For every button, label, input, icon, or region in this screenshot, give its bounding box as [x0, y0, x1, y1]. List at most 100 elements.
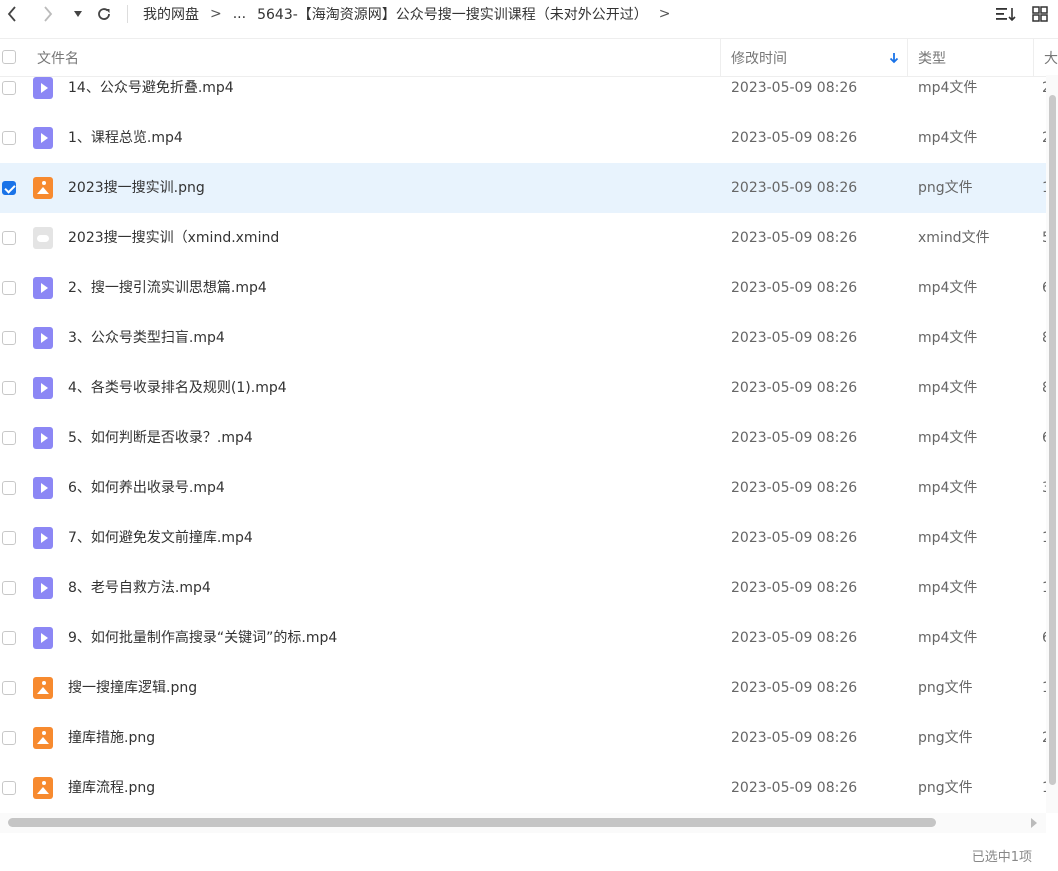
- history-dropdown-icon[interactable]: [72, 3, 84, 25]
- row-checkbox[interactable]: [2, 431, 16, 445]
- file-row[interactable]: 1、课程总览.mp42023-05-09 08:26mp4文件2: [0, 113, 1046, 163]
- file-row[interactable]: 2023搜一搜实训.png2023-05-09 08:26png文件1: [0, 163, 1046, 213]
- column-header-size[interactable]: 大: [1044, 39, 1058, 76]
- row-checkbox[interactable]: [2, 281, 16, 295]
- file-name[interactable]: 9、如何批量制作高搜录“关键词”的标.mp4: [68, 613, 337, 663]
- file-name[interactable]: 撞库措施.png: [68, 713, 155, 763]
- row-checkbox[interactable]: [2, 731, 16, 745]
- file-row[interactable]: 2023搜一搜实训（xmind.xmind 2023-05-09 08:26 xmi…: [0, 213, 1046, 263]
- file-name[interactable]: 2023搜一搜实训.png: [68, 163, 205, 213]
- file-row[interactable]: 8、老号自救方法.mp42023-05-09 08:26mp4文件1: [0, 563, 1046, 613]
- file-type: mp4文件: [918, 530, 978, 546]
- breadcrumb-separator[interactable]: >: [659, 6, 671, 22]
- png-file-icon: [33, 777, 53, 799]
- row-checkbox[interactable]: [2, 531, 16, 545]
- file-name[interactable]: 2、搜一搜引流实训思想篇.mp4: [68, 263, 267, 313]
- file-type: png文件: [918, 180, 973, 196]
- row-checkbox[interactable]: [2, 481, 16, 495]
- file-modified-date: 2023-05-09 08:26: [731, 230, 858, 246]
- file-type: xmind文件: [918, 230, 990, 246]
- back-icon[interactable]: [4, 3, 20, 25]
- file-type: mp4文件: [918, 430, 978, 446]
- file-row[interactable]: 撞库流程.png2023-05-09 08:26png文件1: [0, 763, 1046, 813]
- vertical-scrollbar-thumb[interactable]: [1049, 95, 1056, 785]
- file-modified-date: 2023-05-09 08:26: [731, 330, 858, 346]
- mp4-file-icon: [33, 127, 53, 149]
- grid-view-icon[interactable]: [1030, 3, 1050, 25]
- mp4-file-icon: [33, 277, 53, 299]
- file-type: png文件: [918, 730, 973, 746]
- file-modified-date: 2023-05-09 08:26: [731, 580, 858, 596]
- file-type: mp4文件: [918, 380, 978, 396]
- file-modified-date: 2023-05-09 08:26: [731, 430, 858, 446]
- mp4-file-icon: [33, 77, 53, 99]
- select-all-checkbox[interactable]: [2, 50, 16, 64]
- file-row[interactable]: 5、如何判断是否收录？.mp42023-05-09 08:26mp4文件6: [0, 413, 1046, 463]
- refresh-icon[interactable]: [94, 3, 114, 25]
- row-checkbox[interactable]: [2, 631, 16, 645]
- vertical-scrollbar[interactable]: [1046, 75, 1058, 813]
- file-row[interactable]: 搜一搜撞库逻辑.png2023-05-09 08:26png文件1: [0, 663, 1046, 713]
- file-modified-date: 2023-05-09 08:26: [731, 280, 858, 296]
- file-name[interactable]: 14、公众号避免折叠.mp4: [68, 63, 234, 113]
- sort-list-icon[interactable]: [995, 3, 1017, 25]
- file-type: png文件: [918, 780, 973, 796]
- file-row[interactable]: 14、公众号避免折叠.mp42023-05-09 08:26mp4文件2: [0, 63, 1046, 113]
- breadcrumb: 我的网盘 > ... 5643-【海淘资源网】公众号搜一搜实训课程（未对外公开过…: [143, 3, 682, 25]
- mp4-file-icon: [33, 327, 53, 349]
- row-checkbox[interactable]: [2, 581, 16, 595]
- file-row[interactable]: 7、如何避免发文前撞库.mp42023-05-09 08:26mp4文件1: [0, 513, 1046, 563]
- horizontal-scrollbar[interactable]: [0, 813, 1046, 833]
- row-checkbox[interactable]: [2, 131, 16, 145]
- file-row[interactable]: 4、各类号收录排名及规则(1).mp4 2023-05-09 08:26 mp4文件…: [0, 363, 1046, 413]
- file-row[interactable]: 3、公众号类型扫盲.mp42023-05-09 08:26mp4文件8: [0, 313, 1046, 363]
- row-checkbox[interactable]: [2, 781, 16, 795]
- row-checkbox[interactable]: [2, 331, 16, 345]
- breadcrumb-item-ellipsis[interactable]: ...: [233, 6, 246, 22]
- file-modified-date: 2023-05-09 08:26: [731, 680, 858, 696]
- file-type: mp4文件: [918, 630, 978, 646]
- row-checkbox[interactable]: [2, 681, 16, 695]
- file-modified-date: 2023-05-09 08:26: [731, 630, 858, 646]
- file-name[interactable]: 搜一搜撞库逻辑.png: [68, 663, 197, 713]
- mp4-file-icon: [33, 477, 53, 499]
- scroll-right-icon[interactable]: [1031, 818, 1037, 828]
- file-row[interactable]: 9、如何批量制作高搜录“关键词”的标.mp4 2023-05-09 08:26 mp…: [0, 613, 1046, 663]
- breadcrumb-item-current[interactable]: 5643-【海淘资源网】公众号搜一搜实训课程（未对外公开过）: [257, 4, 648, 24]
- mp4-file-icon: [33, 527, 53, 549]
- file-row[interactable]: 6、如何养出收录号.mp42023-05-09 08:26mp4文件3: [0, 463, 1046, 513]
- file-name[interactable]: 4、各类号收录排名及规则(1).mp4: [68, 363, 287, 413]
- file-name[interactable]: 2023搜一搜实训（xmind.xmind: [68, 213, 279, 263]
- mp4-file-icon: [33, 627, 53, 649]
- file-type: mp4文件: [918, 330, 978, 346]
- row-checkbox[interactable]: [2, 231, 16, 245]
- file-modified-date: 2023-05-09 08:26: [731, 180, 858, 196]
- png-file-icon: [33, 177, 53, 199]
- mp4-file-icon: [33, 377, 53, 399]
- file-type: png文件: [918, 680, 973, 696]
- forward-icon[interactable]: [40, 3, 56, 25]
- file-name[interactable]: 7、如何避免发文前撞库.mp4: [68, 513, 253, 563]
- row-checkbox[interactable]: [2, 381, 16, 395]
- file-name[interactable]: 6、如何养出收录号.mp4: [68, 463, 225, 513]
- file-row[interactable]: 撞库措施.png2023-05-09 08:26png文件2: [0, 713, 1046, 763]
- breadcrumb-item-root[interactable]: 我的网盘: [143, 4, 199, 24]
- file-name[interactable]: 8、老号自救方法.mp4: [68, 563, 211, 613]
- file-name[interactable]: 3、公众号类型扫盲.mp4: [68, 313, 225, 363]
- selection-status: 已选中1项: [971, 850, 1032, 865]
- file-modified-date: 2023-05-09 08:26: [731, 130, 858, 146]
- row-checkbox[interactable]: [2, 81, 16, 95]
- file-list: 14、公众号避免折叠.mp42023-05-09 08:26mp4文件21、课程…: [0, 63, 1046, 813]
- row-checkbox[interactable]: [2, 181, 16, 195]
- file-row[interactable]: 2、搜一搜引流实训思想篇.mp42023-05-09 08:26mp4文件6: [0, 263, 1046, 313]
- file-type: mp4文件: [918, 80, 978, 96]
- png-file-icon: [33, 727, 53, 749]
- horizontal-scrollbar-thumb[interactable]: [8, 818, 936, 827]
- file-name[interactable]: 5、如何判断是否收录？.mp4: [68, 413, 253, 463]
- file-name[interactable]: 1、课程总览.mp4: [68, 113, 183, 163]
- mp4-file-icon: [33, 427, 53, 449]
- file-modified-date: 2023-05-09 08:26: [731, 80, 858, 96]
- file-name[interactable]: 撞库流程.png: [68, 763, 155, 813]
- file-modified-date: 2023-05-09 08:26: [731, 730, 858, 746]
- xmind-file-icon: [33, 227, 53, 249]
